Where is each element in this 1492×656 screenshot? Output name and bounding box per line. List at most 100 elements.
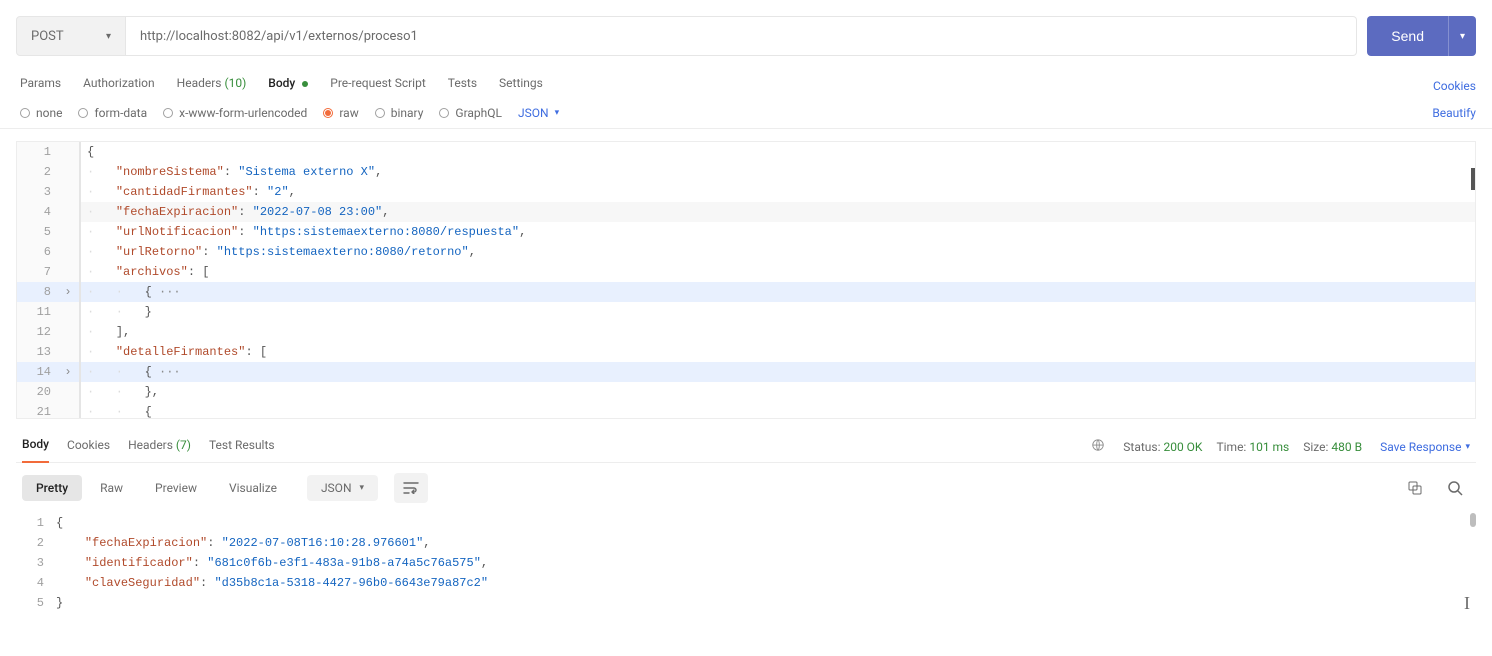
tab-tests[interactable]: Tests: [448, 72, 477, 100]
line-number: 4: [16, 573, 56, 593]
wrap-icon: [403, 482, 419, 494]
radio-none[interactable]: none: [20, 106, 62, 120]
fold-toggle: [57, 142, 79, 162]
chevron-down-icon: ▾: [1460, 31, 1465, 42]
code-line[interactable]: 6· "urlRetorno": "https:sistemaexterno:8…: [17, 242, 1475, 262]
url-input[interactable]: http://localhost:8082/api/v1/externos/pr…: [126, 16, 1357, 56]
line-number: 4: [17, 202, 57, 222]
request-body-editor[interactable]: 1{2· "nombreSistema": "Sistema externo X…: [16, 141, 1476, 419]
code-line[interactable]: 1{: [17, 142, 1475, 162]
line-number: 6: [17, 242, 57, 262]
res-tab-body[interactable]: Body: [22, 431, 49, 463]
line-number: 8: [17, 282, 57, 302]
tab-params[interactable]: Params: [20, 72, 61, 100]
status-code: 200 OK: [1163, 440, 1202, 454]
send-button-group: Send ▾: [1367, 16, 1476, 56]
raw-format-select[interactable]: JSON ▾: [518, 106, 559, 120]
line-number: 12: [17, 322, 57, 342]
radio-raw[interactable]: raw: [323, 106, 358, 120]
method-select[interactable]: POST ▾: [16, 16, 126, 56]
search-icon: [1447, 480, 1463, 496]
fold-toggle: [57, 162, 79, 182]
radio-binary[interactable]: binary: [375, 106, 424, 120]
code-line[interactable]: 4 "claveSeguridad": "d35b8c1a-5318-4427-…: [16, 573, 1476, 593]
fold-toggle: [57, 402, 79, 419]
code-line[interactable]: 20· · },: [17, 382, 1475, 402]
code-line[interactable]: 7· "archivos": [: [17, 262, 1475, 282]
view-preview[interactable]: Preview: [141, 475, 211, 501]
line-number: 20: [17, 382, 57, 402]
response-tabs: Body Cookies Headers (7) Test Results St…: [16, 431, 1476, 463]
fold-toggle: [57, 202, 79, 222]
radio-graphql[interactable]: GraphQL: [439, 106, 502, 120]
fold-toggle: [57, 382, 79, 402]
globe-icon[interactable]: [1091, 438, 1105, 455]
code-line[interactable]: 14›· · { ···: [17, 362, 1475, 382]
chevron-down-icon: ▾: [106, 31, 111, 42]
response-section: Body Cookies Headers (7) Test Results St…: [0, 419, 1492, 613]
line-number: 5: [16, 593, 56, 613]
res-headers-count: (7): [176, 438, 191, 452]
code-line[interactable]: 3 "identificador": "681c0f6b-e3f1-483a-9…: [16, 553, 1476, 573]
scroll-indicator: [1471, 168, 1475, 190]
fold-toggle[interactable]: ›: [57, 282, 79, 302]
search-button[interactable]: [1440, 473, 1470, 503]
radio-formdata[interactable]: form-data: [78, 106, 147, 120]
body-modified-indicator: [302, 81, 308, 87]
body-type-row: none form-data x-www-form-urlencoded raw…: [0, 100, 1492, 129]
code-line[interactable]: 11· · }: [17, 302, 1475, 322]
code-line[interactable]: 5}: [16, 593, 1476, 613]
line-number: 3: [16, 553, 56, 573]
response-status: Status: 200 OK Time: 101 ms Size: 480 B: [1123, 440, 1362, 454]
send-button[interactable]: Send: [1367, 16, 1448, 56]
code-line[interactable]: 1{: [16, 513, 1476, 533]
code-line[interactable]: 5· "urlNotificacion": "https:sistemaexte…: [17, 222, 1475, 242]
tab-body[interactable]: Body: [268, 72, 308, 100]
res-tab-cookies[interactable]: Cookies: [67, 432, 110, 462]
fold-toggle: [57, 262, 79, 282]
fold-toggle: [57, 222, 79, 242]
line-number: 7: [17, 262, 57, 282]
code-line[interactable]: 2 "fechaExpiracion": "2022-07-08T16:10:2…: [16, 533, 1476, 553]
tab-settings[interactable]: Settings: [499, 72, 543, 100]
code-line[interactable]: 21· · {: [17, 402, 1475, 419]
line-number: 11: [17, 302, 57, 322]
headers-count: (10): [224, 76, 246, 90]
fold-toggle: [57, 302, 79, 322]
save-response-button[interactable]: Save Response ▾: [1380, 440, 1470, 454]
send-dropdown[interactable]: ▾: [1448, 16, 1476, 56]
code-line[interactable]: 4· "fechaExpiracion": "2022-07-08 23:00"…: [17, 202, 1475, 222]
response-body-viewer[interactable]: I 1{2 "fechaExpiracion": "2022-07-08T16:…: [16, 513, 1476, 613]
line-number: 3: [17, 182, 57, 202]
chevron-down-icon: ▾: [555, 108, 560, 118]
radio-xwww[interactable]: x-www-form-urlencoded: [163, 106, 307, 120]
fold-toggle: [57, 322, 79, 342]
fold-toggle[interactable]: ›: [57, 362, 79, 382]
view-raw[interactable]: Raw: [86, 475, 137, 501]
tab-authorization[interactable]: Authorization: [83, 72, 155, 100]
response-format-select[interactable]: JSON ▾: [307, 475, 378, 501]
request-bar: POST ▾ http://localhost:8082/api/v1/exte…: [0, 0, 1492, 64]
fold-toggle: [57, 242, 79, 262]
tab-headers[interactable]: Headers (10): [177, 72, 247, 100]
view-visualize[interactable]: Visualize: [215, 475, 291, 501]
code-line[interactable]: 12· ],: [17, 322, 1475, 342]
code-line[interactable]: 2· "nombreSistema": "Sistema externo X",: [17, 162, 1475, 182]
line-number: 14: [17, 362, 57, 382]
copy-icon: [1408, 481, 1422, 495]
fold-toggle: [57, 182, 79, 202]
beautify-button[interactable]: Beautify: [1432, 106, 1476, 120]
tab-prerequest[interactable]: Pre-request Script: [330, 72, 425, 100]
view-pretty[interactable]: Pretty: [22, 475, 82, 501]
wrap-lines-button[interactable]: [394, 473, 428, 503]
code-line[interactable]: 3· "cantidadFirmantes": "2",: [17, 182, 1475, 202]
line-number: 21: [17, 402, 57, 419]
code-line[interactable]: 13· "detalleFirmantes": [: [17, 342, 1475, 362]
cookies-link[interactable]: Cookies: [1433, 79, 1476, 93]
res-tab-headers[interactable]: Headers (7): [128, 432, 191, 462]
copy-button[interactable]: [1400, 473, 1430, 503]
line-number: 2: [17, 162, 57, 182]
line-number: 2: [16, 533, 56, 553]
code-line[interactable]: 8›· · { ···: [17, 282, 1475, 302]
res-tab-testresults[interactable]: Test Results: [209, 432, 275, 462]
